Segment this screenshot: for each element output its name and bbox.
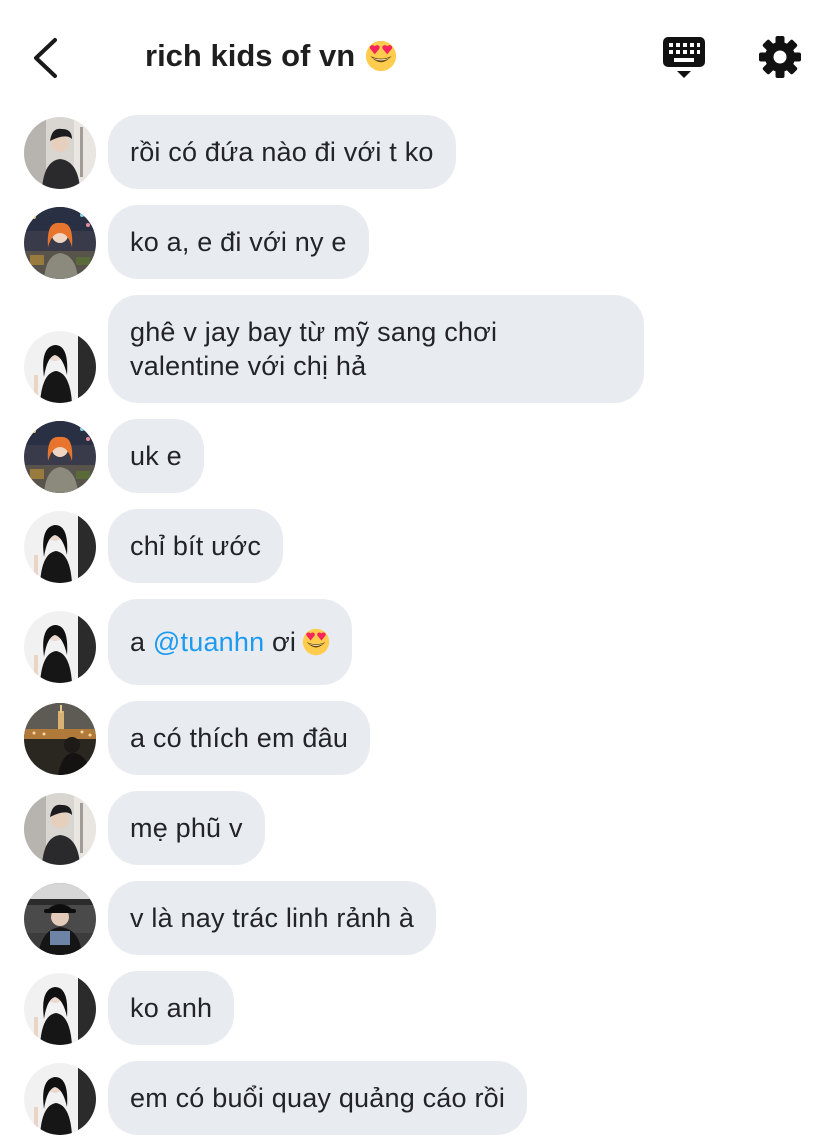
message-text: mẹ phũ v (130, 813, 243, 843)
avatar-boy-hat[interactable] (24, 883, 96, 955)
avatar-girl-orange-hair[interactable] (24, 207, 96, 279)
message-text: ko anh (130, 993, 213, 1023)
message-text-line-2: valentine với chị hả (130, 351, 367, 381)
message-bubble[interactable]: chỉ bít ước (108, 509, 284, 583)
message-text: ko a, e đi với ny e (130, 227, 347, 257)
message-bubble[interactable]: ko anh (108, 971, 235, 1045)
message-bubble[interactable]: uk e (108, 419, 204, 493)
avatar-girl-black-dress[interactable] (24, 1063, 96, 1135)
avatar-girl-black-dress[interactable] (24, 611, 96, 683)
message-text: v là nay trác linh rảnh à (130, 903, 415, 933)
message-text: em có buổi quay quảng cáo rồi (130, 1083, 506, 1113)
message-bubble[interactable]: v là nay trác linh rảnh à (108, 881, 437, 955)
message-bubble[interactable]: a @tuanhn ơi (108, 599, 353, 685)
message-list: rồi có đứa nào đi với t ko ko a, e đi vớ… (0, 0, 828, 1141)
message-text-suffix: ơi (272, 627, 297, 657)
message-bubble[interactable]: rồi có đứa nào đi với t ko (108, 115, 456, 189)
avatar-night-city[interactable] (24, 703, 96, 775)
message-bubble[interactable]: mẹ phũ v (108, 791, 265, 865)
user-mention-link[interactable]: @tuanhn (153, 625, 264, 659)
avatar-girl-black-dress[interactable] (24, 973, 96, 1045)
message-text: a có thích em đâu (130, 723, 349, 753)
avatar-girl-black-dress[interactable] (24, 331, 96, 403)
message-bubble[interactable]: a có thích em đâu (108, 701, 371, 775)
message-bubble[interactable]: em có buổi quay quảng cáo rồi (108, 1061, 528, 1135)
avatar-girl-black-dress[interactable] (24, 511, 96, 583)
avatar-boy-dark-hair[interactable] (24, 793, 96, 865)
message-text: uk e (130, 441, 182, 471)
message-bubble[interactable]: ghê v jay bay từ mỹ sang chơi valentine … (108, 295, 644, 403)
message-text: chỉ bít ước (130, 531, 262, 561)
heart-eyes-emoji-icon (302, 628, 330, 656)
message-bubble[interactable]: ko a, e đi với ny e (108, 205, 369, 279)
message-text-line-1: ghê v jay bay từ mỹ sang chơi (130, 317, 498, 347)
avatar-girl-orange-hair[interactable] (24, 421, 96, 493)
message-text: rồi có đứa nào đi với t ko (130, 137, 434, 167)
avatar-boy-dark-hair[interactable] (24, 117, 96, 189)
message-text-prefix: a (130, 627, 146, 657)
